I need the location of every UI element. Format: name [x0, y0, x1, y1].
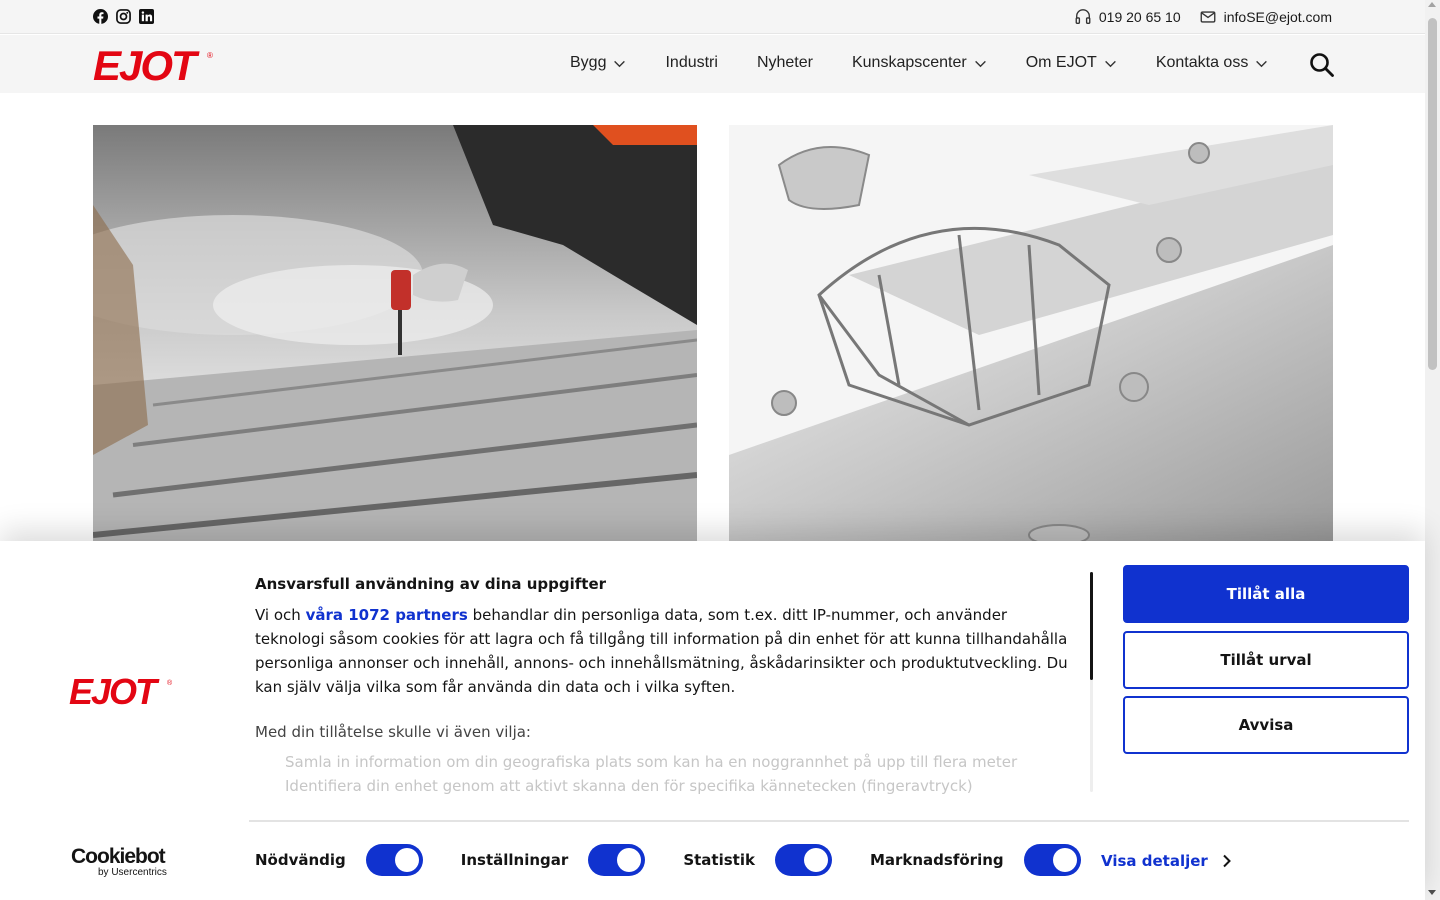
cookie-banner-subheading: Med din tillåtelse skulle vi även vilja:	[255, 723, 531, 741]
nav-label: Kunskapscenter	[851, 54, 967, 71]
show-details-link[interactable]: Visa detaljer	[1101, 852, 1232, 870]
facebook-icon[interactable]	[93, 9, 108, 24]
car-frame-image	[729, 125, 1333, 545]
cookie-consent-banner: EJOT ® Ansvarsfull användning av dina up…	[0, 541, 1425, 900]
chevron-down-icon	[974, 60, 986, 67]
chevron-down-icon	[1256, 60, 1268, 67]
allow-all-button[interactable]: Tillåt alla	[1123, 565, 1409, 623]
nav-item-kontakta-oss[interactable]: Kontakta oss	[1156, 54, 1269, 72]
switch-knob	[394, 848, 419, 872]
nav-item-bygg[interactable]: Bygg	[570, 54, 626, 72]
svg-text:EJOT: EJOT	[93, 46, 200, 82]
phone-number: 019 20 65 10	[1098, 9, 1181, 25]
nav-label: Om EJOT	[1025, 54, 1097, 71]
chevron-right-icon	[1223, 854, 1231, 868]
marketing-switch[interactable]	[1023, 844, 1081, 876]
instagram-icon[interactable]	[116, 9, 131, 24]
nav-label: Kontakta oss	[1155, 54, 1249, 71]
page-scrollbar[interactable]	[1425, 0, 1440, 900]
switch-knob	[1052, 848, 1077, 872]
cookiebot-byline: by Usercentrics	[98, 867, 167, 878]
svg-text:EJOT: EJOT	[69, 674, 160, 706]
toggle-statistics: Statistik	[683, 844, 832, 876]
main-header: EJOT ® Bygg Industri Nyheter Kunskapscen…	[0, 35, 1425, 93]
nav-item-om-ejot[interactable]: Om EJOT	[1026, 54, 1117, 72]
chevron-down-icon	[614, 60, 626, 67]
roof-worker-image	[93, 125, 697, 545]
industry-category-image[interactable]	[729, 125, 1333, 545]
cookie-purpose-list: Samla in information om din geografiska …	[285, 750, 1085, 794]
banner-divider	[249, 820, 1409, 822]
allow-selection-button[interactable]: Tillåt urval	[1123, 631, 1409, 689]
construction-category-image[interactable]	[93, 125, 697, 545]
cookie-text-scrollbar[interactable]	[1090, 572, 1093, 680]
linkedin-icon[interactable]	[139, 9, 154, 24]
nav-item-nyheter[interactable]: Nyheter	[757, 54, 813, 72]
toggle-label: Statistik	[683, 851, 755, 869]
nav-item-industri[interactable]: Industri	[665, 54, 717, 72]
phone-link[interactable]: 019 20 65 10	[1074, 8, 1181, 26]
search-icon[interactable]	[1309, 52, 1335, 78]
cookie-banner-title: Ansvarsfull användning av dina uppgifter	[255, 575, 607, 593]
cookiebot-name: Cookiebot	[71, 845, 166, 868]
email-link[interactable]: infoSE@ejot.com	[1199, 8, 1332, 26]
details-label: Visa detaljer	[1101, 852, 1208, 870]
switch-knob	[803, 848, 828, 872]
main-nav: Bygg Industri Nyheter Kunskapscenter Om …	[570, 54, 1268, 72]
partners-link[interactable]: våra 1072 partners	[306, 606, 468, 624]
consent-toggles: Nödvändig Inställningar Statistik Markna…	[255, 844, 1119, 876]
svg-text:®: ®	[167, 679, 173, 687]
toggle-marketing: Marknadsföring	[870, 844, 1081, 876]
contact-info: 019 20 65 10 infoSE@ejot.com	[1074, 8, 1332, 26]
list-item: Identifiera din enhet genom att aktivt s…	[285, 777, 973, 794]
description-text-start: Vi och	[255, 606, 306, 624]
cookie-banner-description: Vi och våra 1072 partners behandlar din …	[255, 603, 1070, 699]
nav-label: Nyheter	[756, 54, 813, 71]
statistics-switch[interactable]	[774, 844, 832, 876]
top-bar: 019 20 65 10 infoSE@ejot.com	[0, 0, 1425, 34]
scroll-thumb[interactable]	[1428, 18, 1437, 370]
toggle-necessary: Nödvändig	[255, 844, 423, 876]
nav-label: Industri	[665, 54, 718, 71]
toggle-preferences: Inställningar	[461, 844, 646, 876]
nav-label: Bygg	[570, 54, 607, 71]
list-item: Samla in information om din geografiska …	[285, 753, 1018, 771]
cookie-banner-logo: EJOT ®	[69, 674, 173, 706]
switch-knob	[617, 848, 642, 872]
scroll-up-arrow-icon[interactable]	[1428, 2, 1436, 7]
toggle-label: Marknadsföring	[869, 851, 1004, 869]
social-links	[93, 9, 154, 24]
svg-text:®: ®	[207, 51, 213, 60]
cookiebot-logo: Cookiebot by Usercentrics	[71, 845, 167, 879]
necessary-switch[interactable]	[365, 844, 423, 876]
ejot-logo[interactable]: EJOT ®	[93, 46, 217, 82]
chevron-down-icon	[1104, 60, 1116, 67]
email-address: infoSE@ejot.com	[1223, 9, 1332, 25]
nav-item-kunskapscenter[interactable]: Kunskapscenter	[852, 54, 987, 72]
mail-icon	[1200, 11, 1216, 23]
toggle-label: Nödvändig	[255, 851, 346, 869]
deny-button[interactable]: Avvisa	[1123, 696, 1409, 754]
scroll-down-arrow-icon[interactable]	[1428, 890, 1436, 895]
headset-icon	[1075, 9, 1091, 24]
preferences-switch[interactable]	[588, 844, 646, 876]
toggle-label: Inställningar	[460, 851, 569, 869]
